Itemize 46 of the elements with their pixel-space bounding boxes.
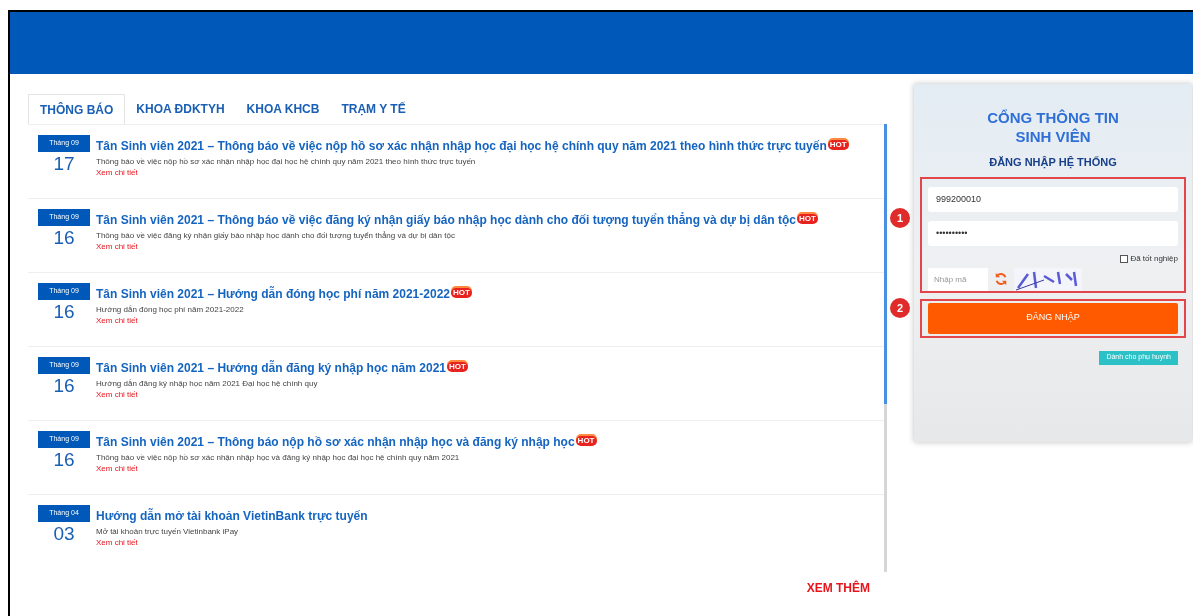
graduated-checkbox[interactable] — [1120, 254, 1129, 263]
password-field[interactable]: •••••••••• — [928, 220, 1178, 246]
tab[interactable]: KHOA KHCB — [235, 94, 331, 124]
hot-badge: HOT — [447, 362, 468, 372]
captcha-field[interactable]: Nhập mã — [928, 267, 988, 291]
step-marker: 2 — [890, 298, 910, 318]
captcha-image — [1014, 267, 1082, 291]
details-link[interactable]: Xem chi tiết — [96, 463, 138, 474]
hot-badge: HOT — [451, 288, 472, 298]
login-heading: ĐĂNG NHẬP HỆ THỐNG — [989, 155, 1117, 171]
login-button[interactable]: ĐĂNG NHẬP — [928, 302, 1178, 334]
day-number: 16 — [53, 300, 75, 324]
tab[interactable]: TRẠM Y TẾ — [330, 94, 417, 124]
news-summary: Hướng dẫn đăng ký nhập học năm 2021 Đại học hệ chính quy — [96, 378, 319, 389]
day-number: 16 — [53, 448, 75, 472]
details-link[interactable]: Xem chi tiết — [96, 241, 138, 252]
news-title-link[interactable]: Tân Sinh viên 2021 – Thông báo về việc đăng ký nhận giấy báo nhập học dành cho đối tượng tuyển thẳng và dự bị dân tộc — [96, 213, 796, 228]
news-title-link[interactable]: Hướng dẫn mở tài khoản VietinBank trực tuyến — [96, 509, 368, 524]
news-summary: Hướng dẫn đóng học phí năm 2021-2022 — [96, 304, 245, 315]
day-number: 03 — [53, 522, 75, 546]
username-field[interactable]: 999200010 — [928, 186, 1178, 212]
details-link[interactable]: Xem chi tiết — [96, 389, 138, 400]
hot-badge: HOT — [797, 214, 818, 224]
portal-title: CỔNG THÔNG TIN SINH VIÊN — [987, 108, 1119, 146]
graduated-label: Đã tốt nghiệp — [1130, 252, 1178, 265]
news-title-link[interactable]: Tân Sinh viên 2021 – Thông báo về việc nộp hồ sơ xác nhận nhập học đại học hệ chính quy năm 2021 theo hình thức trực tuyến — [96, 139, 827, 154]
details-link[interactable]: Xem chi tiết — [96, 537, 138, 548]
news-summary: Mở tài khoản trực tuyến Vietinbank iPay — [96, 526, 240, 537]
step-marker: 1 — [890, 208, 910, 228]
refresh-icon[interactable] — [994, 272, 1008, 286]
hot-badge: HOT — [827, 140, 849, 150]
day-number: 16 — [53, 226, 75, 250]
tab[interactable]: KHOA ĐDKTYH — [125, 94, 236, 124]
news-title-link[interactable]: Tân Sinh viên 2021 – Thông báo nộp hồ sơ xác nhận nhập học và đăng ký nhập học — [96, 435, 575, 450]
day-number: 16 — [53, 374, 75, 398]
day-number: 17 — [53, 152, 75, 176]
news-summary: Thông báo về việc nộp hồ sơ xác nhận nhập học và đăng ký nhập học đại học hệ chính quy năm 2021 — [96, 452, 461, 463]
news-summary: Thông báo về việc đăng ký nhận giấy báo nhập học dành cho đối tượng tuyển thẳng và dự bị dân tộc — [96, 230, 456, 241]
hot-badge: HOT — [575, 436, 597, 446]
more-link[interactable]: XEM THÊM — [806, 579, 870, 597]
details-link[interactable]: Xem chi tiết — [96, 167, 138, 178]
news-title-link[interactable]: Tân Sinh viên 2021 – Hướng dẫn đăng ký nhập học năm 2021 — [96, 361, 446, 376]
details-link[interactable]: Xem chi tiết — [96, 315, 138, 326]
tab[interactable]: THÔNG BÁO — [28, 94, 126, 124]
news-summary: Thông báo về việc nộp hồ sơ xác nhận nhập học đại học hệ chính quy năm 2021 theo hình thức trực tuyến — [96, 156, 477, 167]
news-title-link[interactable]: Tân Sinh viên 2021 – Hướng dẫn đóng học phí năm 2021-2022 — [96, 287, 450, 302]
